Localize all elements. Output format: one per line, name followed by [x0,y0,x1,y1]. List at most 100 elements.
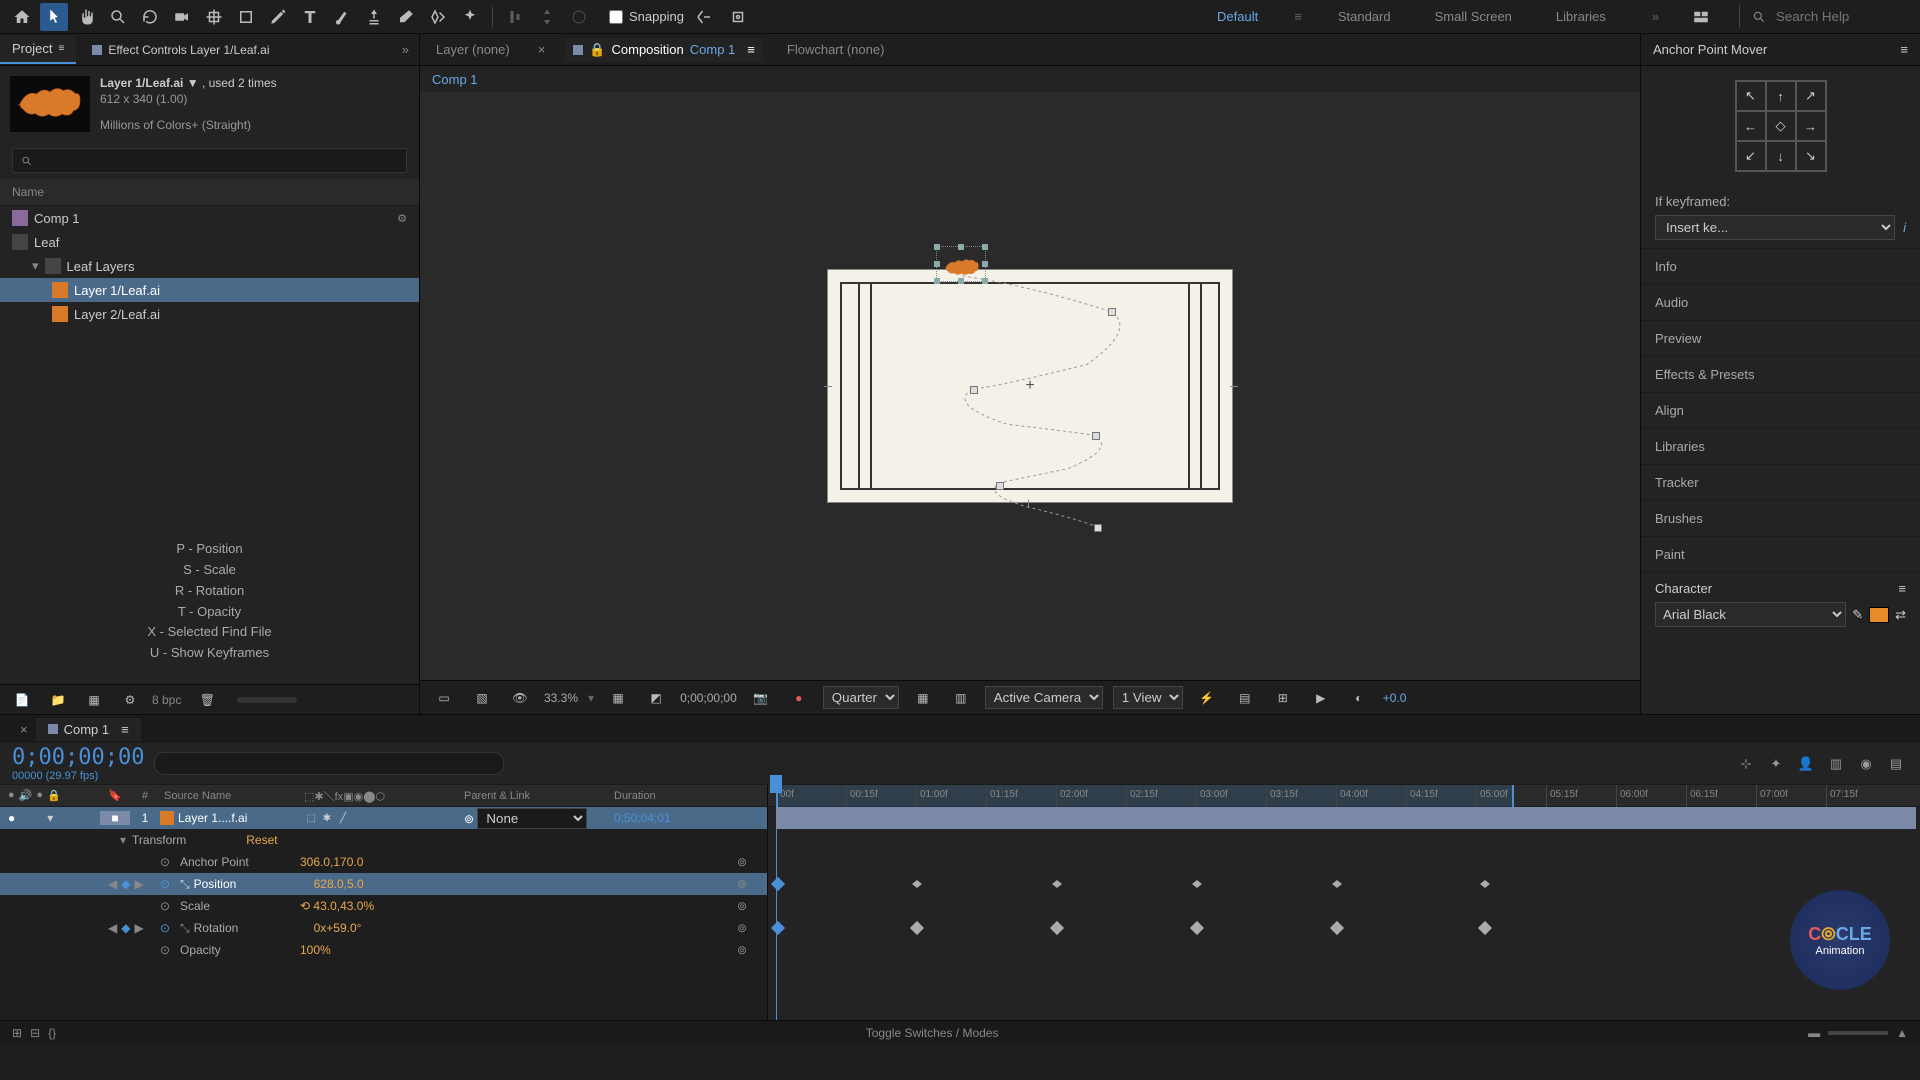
panel-audio[interactable]: Audio [1641,284,1920,320]
frame-blend-icon[interactable]: ▥ [1824,752,1848,776]
project-search[interactable] [12,148,407,173]
collapse-switch[interactable]: ✱ [320,811,334,825]
project-item-folder[interactable]: ▾ Leaf Layers [0,254,419,278]
selection-tool[interactable] [40,3,68,31]
frame-blend-switch[interactable] [368,811,382,825]
layer-duration[interactable]: 0;50;04;01 [610,811,730,825]
timeline-search-input[interactable] [163,756,495,771]
eyedropper-icon[interactable]: ✎ [1852,607,1863,623]
composition-mini-flowchart-icon[interactable]: ⊹ [1734,752,1758,776]
motion-blur-switch[interactable] [384,811,398,825]
graph-editor-icon[interactable]: ▤ [1884,752,1908,776]
trash-icon[interactable]: 🗑 [193,686,221,714]
duration-column[interactable]: Duration [610,790,730,802]
text-color-swatch[interactable] [1869,607,1889,623]
panel-effects-presets[interactable]: Effects & Presets [1641,356,1920,392]
fx-switch[interactable] [352,811,366,825]
position-value[interactable]: 628.0,5.0 [314,877,364,891]
prev-keyframe-icon[interactable]: ◀ [108,921,117,935]
adjustment-switch[interactable] [400,811,414,825]
tab-effect-controls[interactable]: Effect Controls Layer 1/Leaf.ai [80,37,281,63]
take-snapshot-icon[interactable]: ▭ [430,684,458,712]
anchor-top-left[interactable]: ↖ [1736,81,1766,111]
toggle-mask-icon[interactable]: 👁 [506,684,534,712]
prop-anchor-point[interactable]: ⊙ Anchor Point 306.0,170.0 ⊚ [0,851,767,873]
video-toggle-header-icon[interactable]: ● [8,789,15,802]
keyframe-roving[interactable] [1052,880,1062,888]
keyframe[interactable] [910,921,924,935]
toggle-switches-modes[interactable]: Toggle Switches / Modes [866,1026,999,1040]
keyframe-marker[interactable] [1094,524,1102,532]
snap-icon-1[interactable] [690,3,718,31]
camera-tool[interactable] [168,3,196,31]
workspace-default[interactable]: Default [1209,5,1266,28]
font-family-dropdown[interactable]: Arial Black [1655,602,1846,627]
comp-flowchart-icon[interactable]: ⊞ [1269,684,1297,712]
tab-flowchart[interactable]: Flowchart (none) [779,38,893,61]
expression-pickwhip-icon[interactable]: ⊚ [737,921,747,935]
channel-icon[interactable]: ● [785,684,813,712]
stopwatch-icon[interactable]: ⊙ [160,855,180,869]
keyframe-marker[interactable] [996,482,1004,490]
scale-value[interactable]: 43.0,43.0% [313,899,374,913]
preview-timecode[interactable]: 0;00;00;00 [680,691,737,705]
prop-rotation[interactable]: ◀ ◆ ▶ ⊙ ⤡ Rotation 0x+59.0° ⊚ [0,917,767,939]
panel-brushes[interactable]: Brushes [1641,500,1920,536]
rotation-kf-track[interactable] [768,917,1920,939]
video-toggle-icon[interactable]: ● [8,811,15,825]
next-keyframe-icon[interactable]: ▶ [134,877,143,891]
rotation-value[interactable]: 0x+59.0° [314,921,362,935]
close-tab[interactable]: × [534,42,550,57]
project-item-layer1[interactable]: Layer 1/Leaf.ai [0,278,419,302]
anchor-bottom-right[interactable]: ↘ [1796,141,1826,171]
zoom-in-icon[interactable]: ▲ [1896,1026,1908,1040]
prev-keyframe-icon[interactable]: ◀ [108,877,117,891]
panel-align[interactable]: Align [1641,392,1920,428]
new-folder-icon[interactable]: 📁 [44,686,72,714]
keyframe[interactable] [1050,921,1064,935]
keyframe-marker[interactable] [970,386,978,394]
source-name-column[interactable]: Source Name [160,790,300,802]
solo-header-icon[interactable]: ● [36,789,43,802]
lock-icon[interactable]: 🔒 [589,42,605,58]
project-item-layer2[interactable]: Layer 2/Leaf.ai [0,302,419,326]
anchor-top-right[interactable]: ↗ [1796,81,1826,111]
panel-tracker[interactable]: Tracker [1641,464,1920,500]
brush-tool[interactable] [328,3,356,31]
label-color[interactable]: ■ [100,811,130,825]
keyframe-marker[interactable] [1108,308,1116,316]
timeline-search[interactable] [154,752,504,775]
add-keyframe-icon[interactable]: ◆ [121,877,130,891]
zoom-level[interactable]: 33.3% [544,691,578,705]
interpret-footage-icon[interactable]: 📄 [8,686,36,714]
snapping-toggle[interactable]: Snapping [609,3,752,31]
project-column-name[interactable]: Name [0,179,419,206]
fast-preview-icon[interactable]: ⚡ [1193,684,1221,712]
expression-pickwhip-icon[interactable]: ⊚ [737,899,747,913]
tab-composition-viewer[interactable]: 🔒 Composition Comp 1 ≡ [565,38,763,62]
keyframe-roving[interactable] [1332,880,1342,888]
toggle-switches-icon[interactable]: ⊞ [12,1026,22,1040]
twirl-layer[interactable]: ▾ [47,811,53,825]
workspace-standard[interactable]: Standard [1330,5,1399,28]
eraser-tool[interactable] [392,3,420,31]
clone-tool[interactable] [360,3,388,31]
next-keyframe-icon[interactable]: ▶ [134,921,143,935]
toggle-modes-icon[interactable]: ⊟ [30,1026,40,1040]
panel-libraries[interactable]: Libraries [1641,428,1920,464]
pen-tool[interactable] [264,3,292,31]
scale-link-icon[interactable]: ⟲ [300,899,310,913]
keyframe-mode-dropdown[interactable]: Insert ke... [1655,215,1895,240]
roi-icon[interactable]: ◩ [642,684,670,712]
project-search-input[interactable] [38,153,398,168]
keyframe-roving[interactable] [912,880,922,888]
project-settings-icon[interactable]: ⚙ [116,686,144,714]
keyframe[interactable] [1190,921,1204,935]
audio-toggle-header-icon[interactable]: 🔊 [19,789,33,802]
panel-preview[interactable]: Preview [1641,320,1920,356]
panel-info[interactable]: Info [1641,248,1920,284]
view-dropdown[interactable]: 1 View [1113,686,1183,709]
anchor-top[interactable]: ↑ [1766,81,1796,111]
project-item-comp[interactable]: Comp 1 ⚙ [0,206,419,230]
3d-switch[interactable] [416,811,430,825]
